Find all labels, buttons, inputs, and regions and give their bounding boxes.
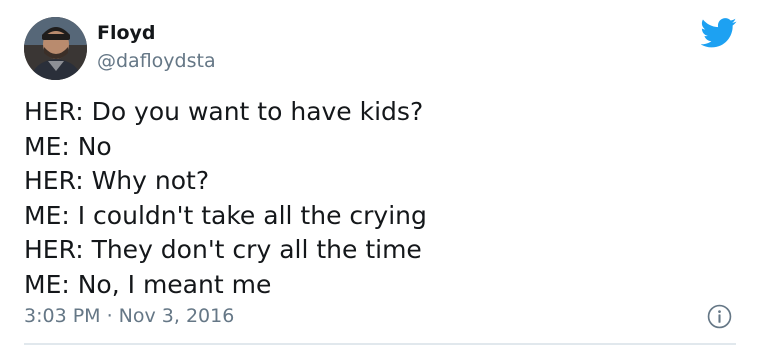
tweet-line: HER: Do you want to have kids?: [24, 97, 424, 126]
info-icon[interactable]: [707, 304, 732, 329]
tweet-line: ME: No, I meant me: [24, 269, 272, 299]
tweet-line: ME: No: [24, 131, 112, 161]
avatar-photo: [24, 17, 87, 80]
tweet-line: ME: I couldn't take all the crying: [24, 200, 427, 230]
twitter-bird-icon[interactable]: [701, 18, 737, 48]
avatar[interactable]: [24, 17, 87, 80]
tweet-timestamp[interactable]: 3:03 PM · Nov 3, 2016: [24, 305, 234, 327]
author-display-name[interactable]: Floyd: [97, 22, 156, 44]
tweet-line: HER: They don't cry all the time: [24, 235, 422, 265]
tweet-card: Floyd @dafloydsta HER: Do you want to ha…: [0, 0, 758, 354]
author-handle[interactable]: @dafloydsta: [97, 50, 216, 72]
divider: [24, 343, 736, 345]
tweet-line: HER: Why not?: [24, 166, 210, 196]
tweet-text: HER: Do you want to have kids? ME: No HE…: [24, 95, 724, 303]
